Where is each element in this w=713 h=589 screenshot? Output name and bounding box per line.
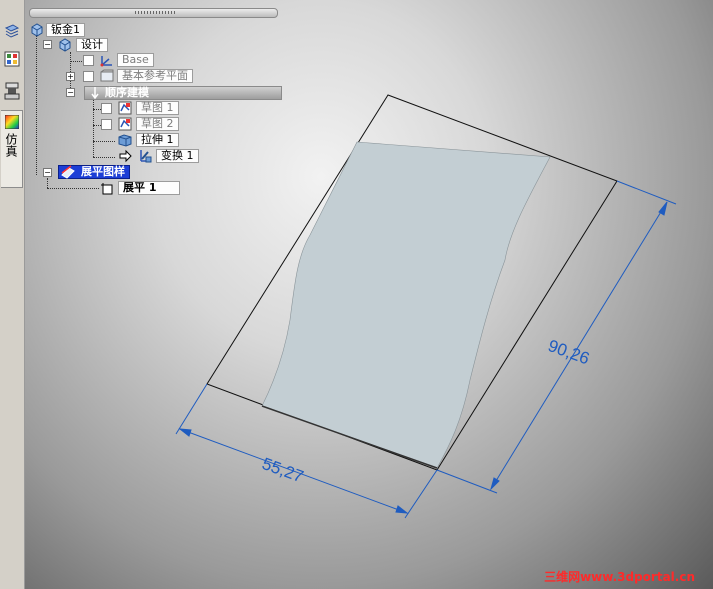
model-viewport[interactable] [0,0,713,589]
watermark: 三维网www.3dportal.cn [544,570,695,584]
flat-surface [261,141,551,469]
